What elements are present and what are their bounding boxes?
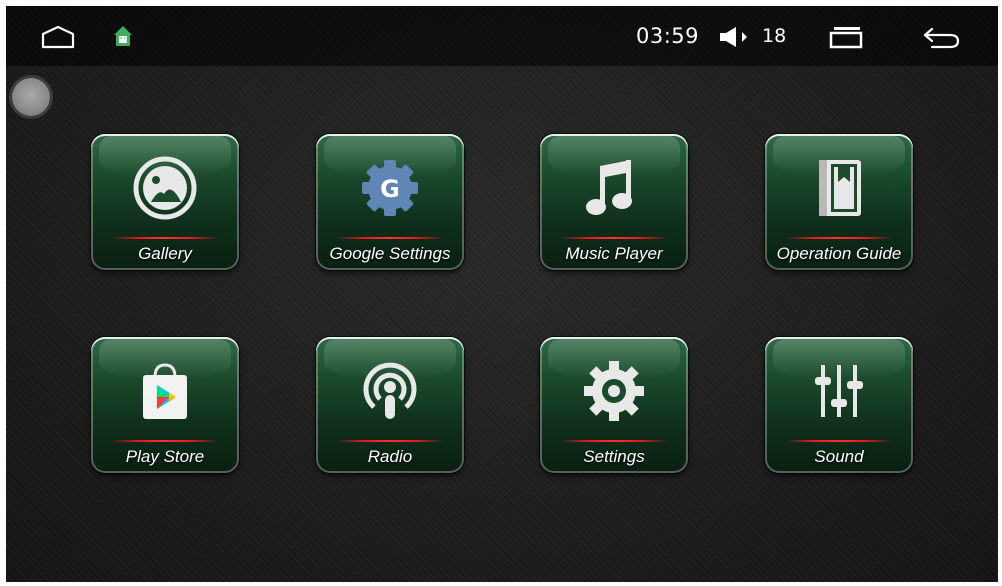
recent-apps-icon[interactable] bbox=[824, 22, 868, 52]
tile-divider bbox=[560, 237, 668, 239]
tile-divider bbox=[111, 440, 219, 442]
status-bar: 03:59 18 bbox=[6, 6, 998, 66]
tile-divider bbox=[785, 237, 893, 239]
app-tile-gallery[interactable]: Gallery bbox=[91, 134, 239, 270]
app-label: Sound bbox=[814, 447, 864, 466]
app-tile-play-store[interactable]: Play Store bbox=[91, 337, 239, 473]
gallery-icon bbox=[131, 154, 199, 222]
app-label: Radio bbox=[367, 447, 413, 466]
equalizer-icon bbox=[805, 357, 873, 425]
app-tile-settings[interactable]: Settings bbox=[540, 337, 688, 473]
floating-assistive-ball[interactable] bbox=[12, 78, 50, 116]
home-icon[interactable] bbox=[38, 22, 78, 52]
svg-text:G: G bbox=[380, 175, 400, 203]
clock: 03:59 bbox=[636, 24, 700, 48]
volume-level: 18 bbox=[762, 25, 787, 47]
car-launcher-screen: 03:59 18 Gallery G Google Settings Music… bbox=[6, 6, 998, 582]
app-tile-google-settings[interactable]: G Google Settings bbox=[316, 134, 464, 270]
google-settings-icon: G bbox=[356, 154, 424, 222]
app-label: Music Player bbox=[565, 244, 663, 263]
app-tile-radio[interactable]: Radio bbox=[316, 337, 464, 473]
app-label: Gallery bbox=[138, 244, 192, 263]
radio-icon bbox=[356, 357, 424, 425]
tile-divider bbox=[560, 440, 668, 442]
app-tile-sound[interactable]: Sound bbox=[765, 337, 913, 473]
android-notification-icon bbox=[110, 22, 136, 50]
app-label: Play Store bbox=[125, 447, 205, 466]
tile-divider bbox=[111, 237, 219, 239]
app-label: Operation Guide bbox=[776, 244, 902, 263]
tile-divider bbox=[336, 237, 444, 239]
music-note-icon bbox=[580, 154, 648, 222]
play-store-icon bbox=[131, 357, 199, 425]
app-label: Settings bbox=[583, 447, 645, 466]
app-label: Google Settings bbox=[329, 244, 451, 263]
app-tile-music-player[interactable]: Music Player bbox=[540, 134, 688, 270]
tile-divider bbox=[336, 440, 444, 442]
gear-icon bbox=[580, 357, 648, 425]
tile-divider bbox=[785, 440, 893, 442]
back-icon[interactable] bbox=[918, 22, 964, 52]
book-icon bbox=[805, 154, 873, 222]
speaker-icon[interactable] bbox=[714, 24, 754, 50]
app-tile-operation-guide[interactable]: Operation Guide bbox=[765, 134, 913, 270]
